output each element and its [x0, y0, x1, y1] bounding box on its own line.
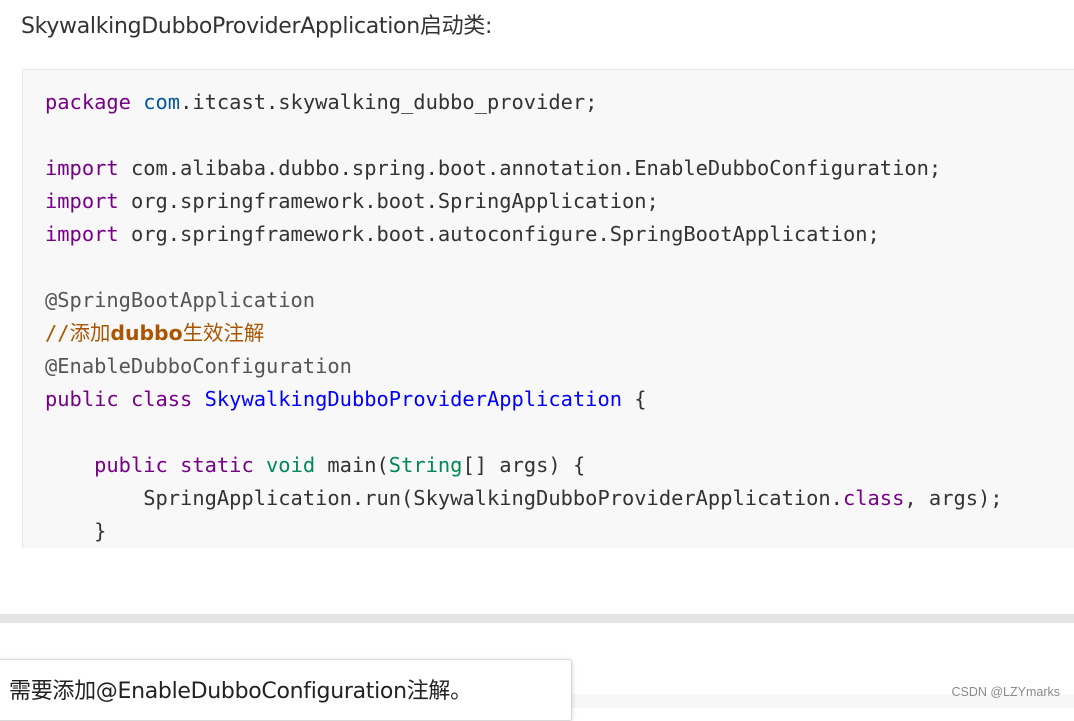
code-namespace: com [143, 90, 181, 114]
code-keyword: class [130, 387, 193, 411]
code-text: com.alibaba.dubbo.spring.boot.annotation… [118, 156, 942, 180]
note-text: 需要添加@EnableDubboConfiguration注解。 [9, 679, 472, 704]
note-panel: 需要添加@EnableDubboConfiguration注解。 [0, 659, 572, 721]
code-keyword: import [45, 189, 119, 213]
code-block: package com.itcast.skywalking_dubbo_prov… [22, 69, 1074, 548]
code-text: SpringApplication.run(SkywalkingDubboPro… [143, 486, 843, 510]
code-text: org.springframework.boot.autoconfigure.S… [118, 222, 880, 246]
code-text: } [94, 519, 107, 543]
code-class-name: SkywalkingDubboProviderApplication [204, 387, 623, 411]
code-keyword: package [45, 90, 131, 114]
csdn-watermark: CSDN @LZYmarks [951, 685, 1060, 699]
code-keyword: import [45, 156, 119, 180]
code-comment-slashes: // [45, 321, 70, 345]
code-keyword: public [94, 453, 168, 477]
code-type: void [266, 453, 316, 477]
code-text: [] args) { [462, 453, 586, 477]
code-text: org.springframework.boot.SpringApplicati… [118, 189, 659, 213]
code-text: .itcast.skywalking_dubbo_provider; [180, 90, 598, 114]
section-title: SkywalkingDubboProviderApplication启动类: [21, 14, 493, 39]
code-annotation: @EnableDubboConfiguration [45, 354, 352, 378]
code-type: String [388, 453, 463, 477]
code-text: , args); [904, 486, 1003, 510]
code-text: main( [315, 453, 389, 477]
code-keyword: import [45, 222, 119, 246]
code-keyword: class [842, 486, 905, 510]
code-comment: dubbo [110, 321, 183, 345]
code-keyword: static [180, 453, 254, 477]
code-keyword: public [45, 387, 119, 411]
code-comment: 生效注解 [182, 321, 265, 345]
code-annotation: @SpringBootApplication [45, 288, 316, 312]
section-divider [0, 614, 1074, 623]
code-content: package com.itcast.skywalking_dubbo_prov… [45, 86, 1003, 548]
code-comment: 添加 [69, 321, 111, 345]
code-text: { [622, 387, 647, 411]
